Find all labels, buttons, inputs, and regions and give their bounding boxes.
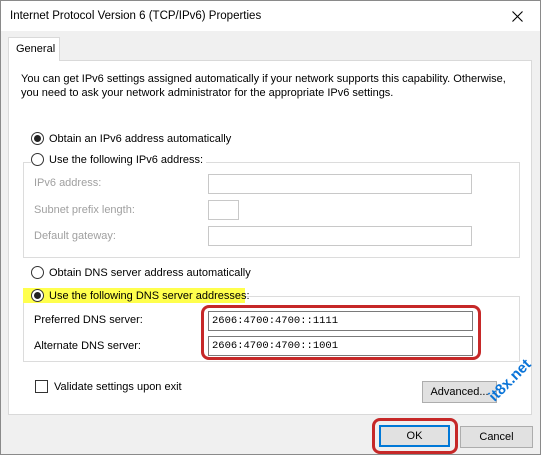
description-text: You can get IPv6 settings assigned autom… <box>21 73 506 99</box>
radio-obtain-dns-auto[interactable]: Obtain DNS server address automatically <box>31 266 251 279</box>
window-title: Internet Protocol Version 6 (TCP/IPv6) P… <box>10 10 262 22</box>
alternate-dns-label: Alternate DNS server: <box>34 340 141 352</box>
validate-checkbox-box <box>35 380 48 393</box>
radio-use-following-ipv6-label: Use the following IPv6 address: <box>49 153 204 166</box>
radio-use-following-ipv6-indicator <box>31 153 44 166</box>
radio-obtain-ipv6-auto-label: Obtain an IPv6 address automatically <box>49 132 232 145</box>
close-icon <box>511 10 523 22</box>
default-gateway-input[interactable] <box>208 226 472 246</box>
cancel-button-label: Cancel <box>479 431 514 443</box>
radio-use-following-ipv6[interactable]: Use the following IPv6 address: <box>31 153 207 166</box>
radio-obtain-ipv6-auto[interactable]: Obtain an IPv6 address automatically <box>31 132 231 145</box>
preferred-dns-label: Preferred DNS server: <box>34 314 143 326</box>
subnet-prefix-label: Subnet prefix length: <box>34 204 135 216</box>
radio-use-following-dns-label: Use the following DNS server addresses: <box>49 289 250 302</box>
tab-general-label: General <box>16 43 56 55</box>
radio-obtain-dns-auto-indicator <box>31 266 44 279</box>
radio-obtain-ipv6-auto-indicator <box>31 132 44 145</box>
default-gateway-label: Default gateway: <box>34 230 116 242</box>
advanced-button-label: Advanced... <box>430 386 489 398</box>
subnet-prefix-input[interactable] <box>208 200 239 220</box>
annotation-ring-ok <box>372 418 458 454</box>
radio-obtain-dns-auto-label: Obtain DNS server address automatically <box>49 266 251 279</box>
annotation-ring-dns <box>201 305 481 360</box>
tab-general[interactable]: General <box>8 37 60 61</box>
ipv6-address-label: IPv6 address: <box>34 177 102 189</box>
radio-use-following-dns[interactable]: Use the following DNS server addresses: <box>31 289 250 302</box>
validate-checkbox[interactable]: Validate settings upon exit <box>35 380 182 393</box>
title-bar[interactable]: Internet Protocol Version 6 (TCP/IPv6) P… <box>1 1 540 31</box>
ipv6-address-input[interactable] <box>208 174 472 194</box>
validate-checkbox-label: Validate settings upon exit <box>54 380 182 393</box>
cancel-button[interactable]: Cancel <box>460 426 533 448</box>
close-button[interactable] <box>494 1 540 31</box>
radio-use-following-dns-indicator <box>31 289 44 302</box>
